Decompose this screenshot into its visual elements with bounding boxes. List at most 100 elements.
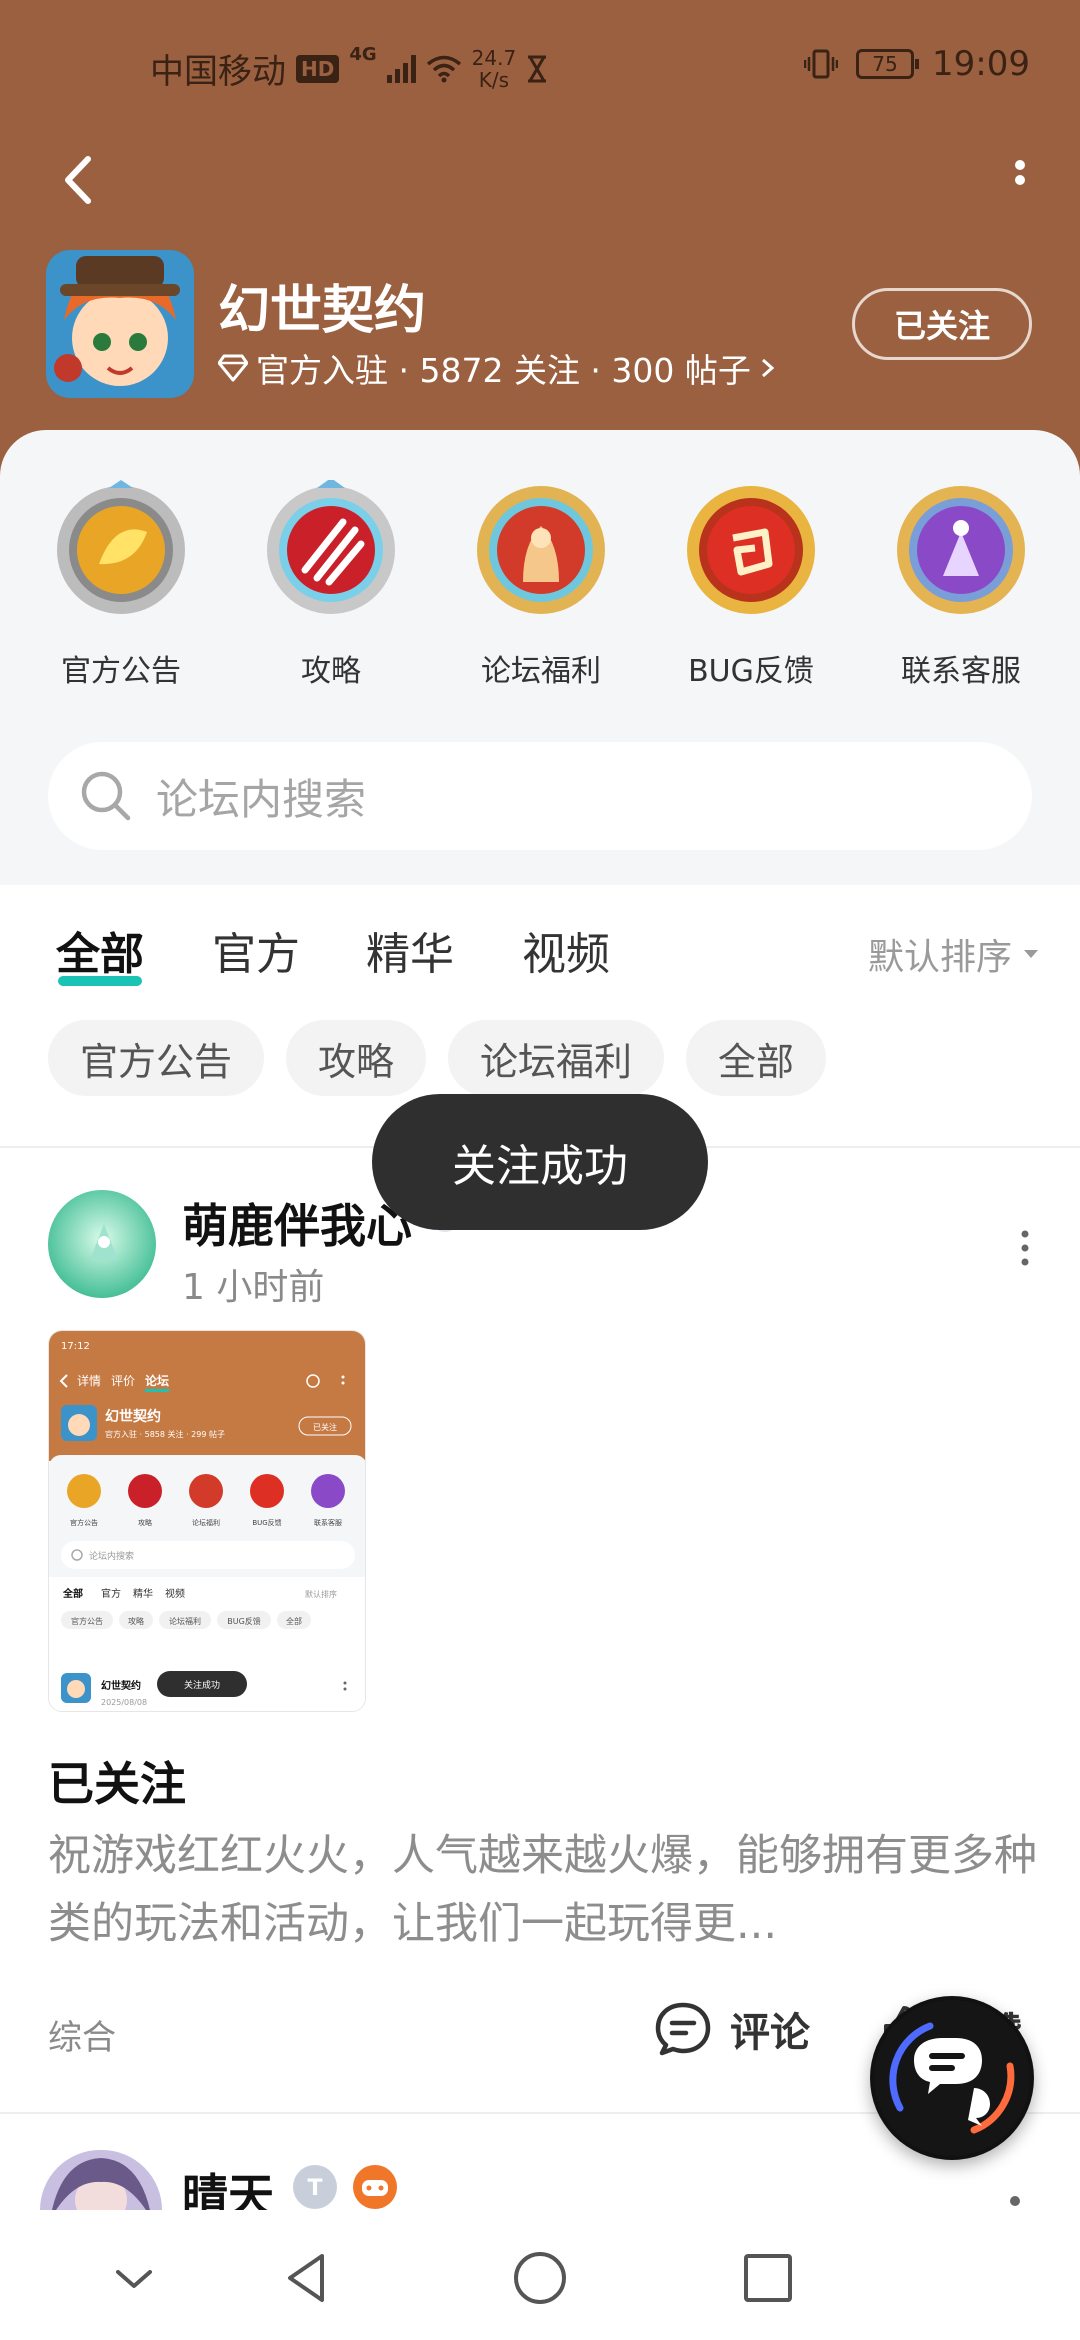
nav-recents-icon[interactable] [738, 2248, 798, 2308]
search-icon [81, 771, 131, 821]
level-badge-icon: T [293, 2165, 337, 2209]
forum-avatar [46, 250, 194, 398]
category-chips: 官方公告 攻略 论坛福利 全部 [48, 1020, 827, 1096]
speed-unit: K/s [478, 67, 510, 92]
quick-link-welfare[interactable]: 论坛福利 [441, 480, 641, 690]
chevron-right-icon [761, 358, 775, 378]
comment-label: 评论 [730, 2010, 810, 2056]
quick-link-label: BUG反馈 [688, 654, 814, 689]
thumb-status-time: 17:12 [61, 1341, 90, 1352]
thumb-tab: 详情 [77, 1373, 101, 1388]
vibrate-icon [804, 49, 839, 79]
tab-all[interactable]: 全部 [56, 918, 144, 986]
battery-icon: 75 [856, 49, 920, 79]
floating-chat-button[interactable] [870, 1996, 1034, 2160]
thumb-sub-tab: 视频 [165, 1587, 185, 1600]
search-placeholder: 论坛内搜索 [156, 774, 367, 824]
gamer-badge-icon [353, 2165, 397, 2209]
back-button[interactable] [50, 145, 110, 215]
post-tabs: 全部 官方 精华 视频 默认排序 [0, 910, 1080, 990]
thumb-chip: 全部 [286, 1616, 302, 1626]
thumb-chip: 攻略 [128, 1616, 144, 1626]
post-author[interactable]: 萌鹿伴我心 [182, 1190, 412, 1256]
thumb-chip: 官方公告 [71, 1616, 103, 1626]
thumb-icon-label: BUG反馈 [252, 1518, 281, 1527]
thumb-chip: BUG反馈 [227, 1616, 261, 1626]
thumb-sub-tab: 全部 [62, 1587, 83, 1600]
thumb-forum-meta: 官方入驻 · 5858 关注 · 299 帖子 [105, 1429, 225, 1439]
avatar[interactable] [48, 1190, 156, 1298]
post-category-tag[interactable]: 综合 [48, 2010, 116, 2059]
collapse-keyboard-icon[interactable] [104, 2248, 164, 2308]
post-more-button[interactable] [1010, 2196, 1020, 2206]
carrier-name: 中国移动 [150, 52, 286, 92]
user-badges: T [290, 2162, 400, 2212]
thumb-chip: 论坛福利 [169, 1616, 201, 1626]
forum-card: 官方公告 攻略 论坛福利 BUG反馈 联系客服 论坛内搜索 [0, 430, 1080, 885]
thumb-sub-tab: 官方 [101, 1587, 121, 1600]
follow-button[interactable]: 已关注 [852, 288, 1032, 360]
forum-meta[interactable]: 官方入驻 · 5872 关注 · 300 帖子 [218, 344, 777, 392]
customer-service-medal-icon [897, 486, 1025, 614]
tab-official[interactable]: 官方 [212, 918, 300, 982]
thumb-sort: 默认排序 [305, 1589, 337, 1599]
sort-select[interactable]: 默认排序 [868, 928, 1040, 980]
chip-announcement[interactable]: 官方公告 [48, 1020, 265, 1096]
bug-report-medal-icon [687, 486, 815, 614]
chip-all[interactable]: 全部 [686, 1020, 827, 1096]
system-nav-bar [0, 2210, 1080, 2340]
toast-message: 关注成功 [372, 1094, 708, 1230]
welfare-medal-icon [477, 486, 605, 614]
quick-link-customer-service[interactable]: 联系客服 [861, 480, 1061, 690]
network-type: 4G [349, 44, 377, 65]
signal-icon [386, 54, 416, 83]
nav-back-icon[interactable] [278, 2248, 338, 2308]
comment-button[interactable]: 评论 [654, 2000, 810, 2058]
hourglass-icon [528, 55, 547, 82]
post-more-button[interactable] [1018, 1228, 1032, 1268]
speed-value: 24.7 [471, 45, 517, 70]
thumb-icon-label: 攻略 [138, 1518, 152, 1527]
thumb-tab: 评价 [111, 1374, 135, 1388]
thumb-post-date: 2025/08/08 [101, 1698, 147, 1707]
strategy-medal-icon [267, 480, 395, 614]
thumb-icon-label: 官方公告 [70, 1518, 98, 1527]
post-body[interactable]: 祝游戏红红火火，人气越来越火爆，能够拥有更多种类的玩法和活动，让我们一起玩得更.… [48, 1822, 1038, 1958]
post-image[interactable]: 17:12 详情 评价 论坛 幻世契约 官方入驻 · 5858 关注 · 299… [48, 1330, 366, 1712]
nav-home-icon[interactable] [510, 2248, 570, 2308]
announcement-medal-icon [57, 480, 185, 614]
forum-stats: 官方入驻 · 5872 关注 · 300 帖子 [256, 351, 751, 390]
quick-link-label: 联系客服 [901, 654, 1021, 689]
wifi-icon [426, 55, 461, 82]
quick-link-bug-report[interactable]: BUG反馈 [651, 480, 851, 690]
tab-video[interactable]: 视频 [522, 918, 610, 982]
thumb-follow-label: 已关注 [313, 1422, 337, 1432]
network-speed: 24.7 K/s [472, 47, 517, 91]
comment-icon [655, 2002, 711, 2056]
more-options-button[interactable] [1000, 155, 1040, 205]
clock: 19:09 [932, 44, 1030, 84]
quick-link-strategy[interactable]: 攻略 [231, 480, 431, 690]
post-title[interactable]: 已关注 [48, 1748, 186, 1814]
svg-text:T: T [307, 2176, 322, 2201]
thumb-icon-label: 联系客服 [314, 1518, 342, 1527]
post-time: 1 小时前 [182, 1267, 325, 1308]
thumb-toast: 关注成功 [184, 1679, 220, 1691]
diamond-icon [218, 354, 248, 382]
thumb-icon-label: 论坛福利 [192, 1518, 220, 1527]
quick-link-label: 官方公告 [61, 654, 181, 689]
search-input[interactable]: 论坛内搜索 [48, 742, 1032, 850]
hd-icon: HD [296, 54, 340, 83]
thumb-post-author: 幻世契约 [101, 1679, 141, 1692]
thumb-forum-title: 幻世契约 [105, 1408, 161, 1425]
tab-featured[interactable]: 精华 [366, 918, 454, 982]
chip-welfare[interactable]: 论坛福利 [448, 1020, 665, 1096]
thumb-sub-tab: 精华 [133, 1587, 153, 1600]
thumb-search-placeholder: 论坛内搜索 [89, 1550, 134, 1562]
quick-link-announcement[interactable]: 官方公告 [21, 480, 221, 690]
caret-down-icon [1024, 950, 1038, 958]
quick-link-label: 攻略 [301, 654, 361, 689]
sort-label: 默认排序 [867, 937, 1012, 978]
chip-strategy[interactable]: 攻略 [286, 1020, 427, 1096]
thumb-tab: 论坛 [145, 1373, 169, 1388]
